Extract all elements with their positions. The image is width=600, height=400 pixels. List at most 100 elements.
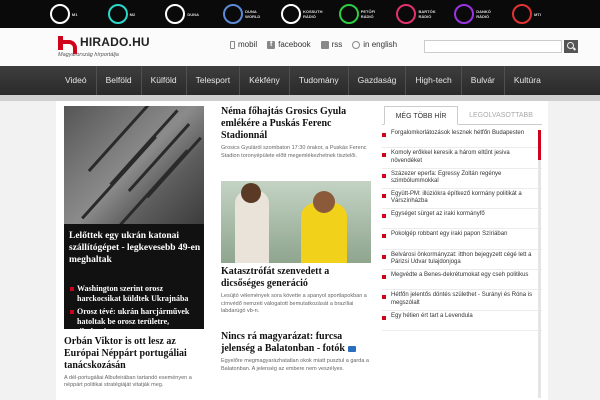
english-link[interactable]: in english [352, 40, 397, 49]
news-list-item[interactable]: Egységet sürget az iraki kormányfő [382, 209, 542, 230]
channel-logo-icon [396, 4, 417, 24]
nav-item[interactable]: Kékfény [239, 66, 289, 95]
tab-more-news[interactable]: MÉG TÖBB HÍR [384, 106, 458, 125]
featured-box: Lelőttek egy ukrán katonai szállítógépet… [64, 224, 204, 336]
brand-title: HIRADO.HU [80, 35, 150, 49]
nav-item[interactable]: Kultúra [503, 66, 550, 95]
channel-name: BARTÓK RÁDIÓ [418, 9, 436, 19]
nav-item[interactable]: Videó [56, 66, 96, 95]
left-article-title[interactable]: Orbán Viktor is ott lesz az Európai Népp… [64, 336, 204, 372]
bullet-icon [382, 133, 386, 137]
mobil-link[interactable]: mobil [230, 40, 257, 49]
facebook-link[interactable]: f facebook [267, 40, 311, 49]
mobil-label: mobil [238, 40, 258, 49]
bullet-icon [382, 173, 386, 178]
news-item-title: Pokolgép robbant egy iraki papon Szíriáb… [391, 231, 508, 238]
channel-link[interactable]: M1 [49, 0, 88, 28]
news-item-title: Százezer eperfa: Egressy Zoltán regénye … [391, 170, 502, 185]
news-item-title: Forgalomkorlátozások lesznek hétfőn Buda… [391, 130, 525, 136]
channel-link[interactable]: M2 [107, 0, 146, 28]
news-item-title: Egy hétien ért tart a Levendula [391, 312, 473, 319]
channel-link[interactable]: MTI [512, 0, 550, 28]
nav-item[interactable]: Belföld [95, 66, 141, 95]
bullet-icon [382, 254, 386, 259]
nav-item[interactable]: Bulvár [460, 66, 504, 95]
channel-bar: M1 M2 DUNA DUNA WORLD KOSSUTH RÁDIÓ PETŐFI RÁ… [0, 0, 600, 28]
camera-icon [347, 345, 356, 352]
channel-name: DANKÓ RÁDIÓ [476, 9, 491, 19]
nav-item[interactable]: Tudomány [288, 66, 348, 95]
sidebar-tabs: MÉG TÖBB HÍR LEGOLVASOTTABB [382, 106, 542, 125]
main-nav: Videó Belföld Külföld Telesport Kékfény Tudom… [0, 66, 600, 95]
middle-article-image[interactable] [221, 181, 371, 263]
news-list-item[interactable]: Együtt-PM: illúziókra építkező kormány p… [382, 189, 542, 210]
news-item-title: Együtt-PM: illúziókra építkező kormány p… [391, 190, 522, 205]
featured-title[interactable]: Lelőttek egy ukrán katonai szállítógépet… [69, 230, 201, 266]
tab-most-read[interactable]: LEGOLVASOTTABB [462, 106, 540, 125]
brand-logo[interactable]: HIRADO.HU [58, 34, 150, 54]
content-area: Lelőttek egy ukrán katonai szállítógépet… [56, 101, 548, 400]
search-button[interactable] [564, 40, 578, 53]
nav-item[interactable]: High-tech [405, 66, 460, 95]
channel-logo-icon [338, 4, 359, 24]
news-list-item[interactable]: Pokolgép robbant egy iraki papon Szíriáb… [382, 229, 542, 250]
news-item-title: Belvárosi önkormányzat: itthon bejegyzet… [391, 251, 532, 266]
middle-article-1: Néma főhajtás Grosics Gyula emlékére a P… [221, 106, 371, 160]
nav-item[interactable]: Külföld [140, 66, 186, 95]
middle-article-1-title[interactable]: Néma főhajtás Grosics Gyula emlékére a P… [221, 106, 371, 142]
hirado-logo-icon [58, 34, 77, 54]
rss-link[interactable]: rss [320, 40, 342, 49]
channel-link[interactable]: DUNA [165, 0, 203, 28]
header: HIRADO.HU Magyarország hírportálja mobil… [0, 28, 600, 66]
news-list-item[interactable]: Belvárosi önkormányzat: itthon bejegyzet… [382, 250, 542, 271]
news-list-item[interactable]: Hétfőn jelentős döntés születhet - Surán… [382, 290, 542, 311]
nav-item[interactable]: Gazdaság [347, 66, 406, 95]
middle-article-3-title-text: Nincs rá magyarázat: furcsa jelenség a B… [221, 331, 345, 354]
news-list-item[interactable]: Megvédte a Benes-dekrétumokat egy cseh p… [382, 270, 542, 291]
middle-article-3-title[interactable]: Nincs rá magyarázat: furcsa jelenség a B… [221, 331, 371, 355]
middle-article-3: Nincs rá magyarázat: furcsa jelenség a B… [221, 331, 371, 373]
featured-sub-link[interactable]: Orosz tévé: ukrán harcjárművek hatoltak … [69, 307, 201, 337]
news-list-item[interactable]: Komoly erőkkel keresik a három eltűnt je… [382, 148, 542, 169]
middle-article-2: Katasztrófát szenvedett a dicsőséges gen… [221, 266, 371, 316]
bullet-icon [382, 295, 386, 300]
news-list-item[interactable]: Forgalomkorlátozások lesznek hétfőn Buda… [382, 128, 542, 149]
rss-icon [320, 40, 329, 49]
bullet-icon [382, 214, 386, 219]
bullet-icon [382, 193, 386, 198]
left-article: Orbán Viktor is ott lesz az Európai Népp… [64, 336, 204, 389]
channel-logo-icon [454, 4, 475, 24]
channel-name: M2 [129, 11, 136, 17]
news-list-item[interactable]: Százezer eperfa: Egressy Zoltán regénye … [382, 169, 542, 189]
facebook-label: facebook [278, 40, 311, 49]
page: M1 M2 DUNA DUNA WORLD KOSSUTH RÁDIÓ PETŐFI RÁ… [0, 0, 600, 400]
middle-article-2-title[interactable]: Katasztrófát szenvedett a dicsőséges gen… [221, 266, 371, 290]
channel-name: DUNA [187, 11, 199, 17]
channel-logo-icon [165, 4, 186, 24]
search-input[interactable] [424, 40, 562, 53]
featured-image[interactable] [64, 106, 204, 224]
channel-link[interactable]: DUNA WORLD [223, 0, 261, 28]
channel-logo-icon [49, 4, 70, 24]
news-list: Forgalomkorlátozások lesznek hétfőn Buda… [382, 128, 542, 331]
channel-link[interactable]: PETŐFI RÁDIÓ [338, 0, 377, 28]
bullet-icon [382, 315, 386, 320]
news-list-item[interactable]: Egy hétien ért tart a Levendula [382, 311, 542, 331]
channel-name: M1 [71, 11, 78, 17]
nav-item[interactable]: Telesport [185, 66, 240, 95]
channel-name: MTI [534, 11, 541, 17]
scrollbar-thumb[interactable] [538, 130, 541, 160]
channel-link[interactable]: KOSSUTH RÁDIÓ [280, 0, 323, 28]
channel-link[interactable]: DANKÓ RÁDIÓ [454, 0, 492, 28]
middle-article-2-text: Lesújtó vélemények sora követte a spanyo… [221, 293, 367, 314]
quick-links: mobil f facebook rss in english [230, 40, 397, 49]
channel-link[interactable]: BARTÓK RÁDIÓ [396, 0, 436, 28]
sidebar-scrollbar[interactable] [538, 130, 541, 398]
mobile-icon [230, 40, 235, 49]
news-item-title: Megvédte a Benes-dekrétumokat egy cseh p… [391, 272, 529, 279]
brand-tagline: Magyarország hírportálja [58, 52, 119, 58]
channel-logo-icon [223, 4, 244, 24]
news-item-title: Egységet sürget az iraki kormányfő [391, 211, 485, 218]
middle-article-3-text: Egyelőre megmagyarázhatatlan okok miatt … [221, 358, 369, 372]
featured-sub-link[interactable]: Washington szerint orosz harckocsikat kü… [69, 284, 201, 304]
